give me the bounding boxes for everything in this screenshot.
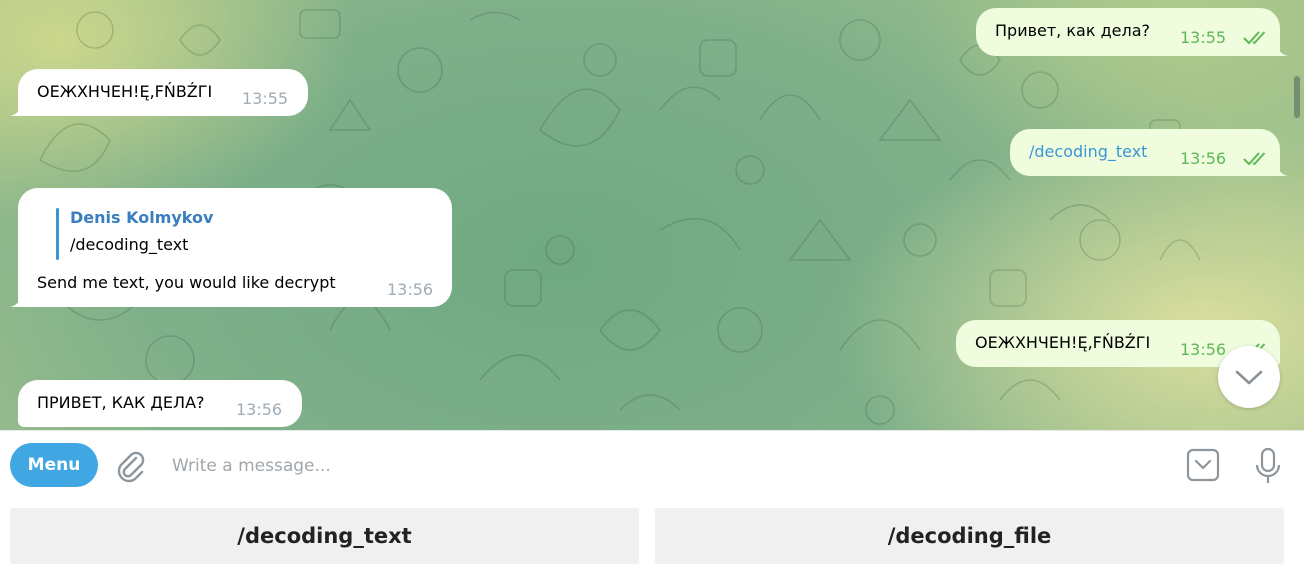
bubble-tail	[10, 102, 22, 116]
message-incoming-reply[interactable]: Denis Kolmykov /decoding_text Send me te…	[18, 188, 452, 307]
keyboard-button-decoding-file[interactable]: /decoding_file	[655, 508, 1284, 564]
message-outgoing[interactable]: Привет, как дела? 13:55	[976, 8, 1280, 56]
chevron-down-icon	[1235, 370, 1263, 385]
message-outgoing[interactable]: /decoding_text 13:56	[1010, 129, 1280, 176]
message-text: ПРИВЕТ, КАК ДЕЛА?	[37, 393, 205, 412]
chat-scrollbar[interactable]	[1294, 76, 1300, 118]
reply-bar	[56, 208, 59, 260]
message-time: 13:56	[1180, 340, 1227, 359]
chat-area: Привет, как дела? 13:55 ОЕЖХНЧЕН!Ę,FŃBŹГ…	[0, 0, 1304, 430]
message-text: ОЕЖХНЧЕН!Ę,FŃBŹГI	[37, 82, 213, 101]
double-check-icon	[1243, 31, 1266, 45]
microphone-icon[interactable]	[1252, 447, 1284, 485]
message-time: 13:56	[236, 400, 283, 419]
double-check-icon	[1243, 152, 1266, 166]
bot-keyboard: /decoding_text /decoding_file	[0, 500, 1304, 574]
message-time: 13:55	[242, 89, 289, 108]
reply-quote[interactable]: /decoding_text	[70, 235, 188, 254]
message-time: 13:56	[387, 280, 434, 299]
message-command-link[interactable]: /decoding_text	[1029, 142, 1147, 161]
message-input[interactable]	[172, 449, 1152, 483]
bubble-tail	[1276, 162, 1288, 176]
message-input-bar: Menu	[0, 430, 1304, 500]
message-incoming[interactable]: ОЕЖХНЧЕН!Ę,FŃBŹГI 13:55	[18, 69, 308, 116]
bubble-tail	[10, 293, 22, 307]
message-text: ОЕЖХНЧЕН!Ę,FŃBŹГI	[975, 333, 1151, 352]
bot-keyboard-icon[interactable]	[1186, 448, 1220, 482]
keyboard-button-decoding-text[interactable]: /decoding_text	[10, 508, 639, 564]
message-time: 13:56	[1180, 149, 1227, 168]
menu-button[interactable]: Menu	[10, 443, 98, 487]
message-text: Send me text, you would like decrypt	[37, 273, 336, 292]
bubble-tail	[1276, 42, 1288, 56]
reply-author[interactable]: Denis Kolmykov	[70, 208, 213, 227]
message-time: 13:55	[1180, 28, 1227, 47]
message-incoming[interactable]: ПРИВЕТ, КАК ДЕЛА? 13:56	[18, 380, 302, 427]
scroll-down-button[interactable]	[1218, 346, 1280, 408]
message-text: Привет, как дела?	[995, 21, 1150, 40]
paperclip-icon[interactable]	[114, 449, 148, 483]
